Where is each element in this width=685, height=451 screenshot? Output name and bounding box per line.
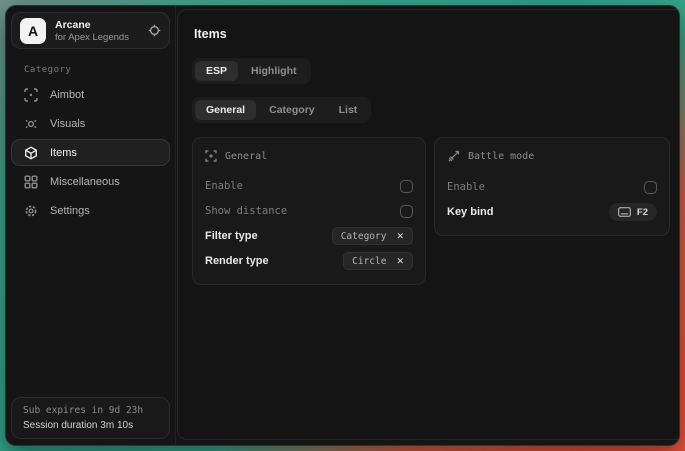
tab-category[interactable]: Category xyxy=(258,100,326,120)
sidebar-item-aimbot[interactable]: Aimbot xyxy=(11,81,170,108)
app-window: A Arcane for Apex Legends Category xyxy=(5,5,680,446)
sub-expires-text: Sub expires in 9d 23h xyxy=(23,405,158,416)
sidebar-item-label: Items xyxy=(50,147,77,159)
brand-text: Arcane for Apex Legends xyxy=(55,19,129,43)
tab-general[interactable]: General xyxy=(195,100,256,120)
sidebar-item-label: Miscellaneous xyxy=(50,176,120,188)
subscription-card: Sub expires in 9d 23h Session duration 3… xyxy=(11,397,170,439)
sub-tabs: General Category List xyxy=(192,97,371,123)
chip-value: Circle xyxy=(352,256,386,267)
sidebar-nav: Aimbot Visuals xyxy=(11,81,170,224)
setting-label: Show distance xyxy=(205,205,287,217)
crosshair-icon xyxy=(24,88,38,102)
page-title: Items xyxy=(194,27,670,41)
grid-icon xyxy=(24,175,38,189)
general-panel-title: General xyxy=(225,151,267,162)
setting-row-battle-enable: Enable xyxy=(447,176,657,198)
tab-esp[interactable]: ESP xyxy=(195,61,238,81)
filter-type-chip[interactable]: Category ✕ xyxy=(332,227,413,245)
chip-value: Category xyxy=(341,231,387,242)
sidebar-item-label: Visuals xyxy=(50,118,85,130)
sidebar-item-items[interactable]: Items xyxy=(11,139,170,166)
battle-panel-title: Battle mode xyxy=(468,151,534,162)
session-duration-text: Session duration 3m 10s xyxy=(23,420,158,431)
show-distance-checkbox[interactable] xyxy=(400,205,413,218)
enable-checkbox[interactable] xyxy=(400,180,413,193)
brand-title: Arcane xyxy=(55,19,129,31)
keybind-button[interactable]: F2 xyxy=(609,203,657,221)
general-panel: General Enable Show distance Filter type… xyxy=(192,137,426,285)
general-panel-header: General xyxy=(205,150,413,162)
sidebar-item-visuals[interactable]: Visuals xyxy=(11,110,170,137)
brand-card: A Arcane for Apex Legends xyxy=(11,12,170,49)
setting-label: Key bind xyxy=(447,206,493,218)
sidebar-item-settings[interactable]: Settings xyxy=(11,197,170,224)
setting-row-filter-type: Filter type Category ✕ xyxy=(205,225,413,247)
tab-highlight[interactable]: Highlight xyxy=(240,61,308,81)
mode-tabs: ESP Highlight xyxy=(192,58,311,84)
chip-remove-icon[interactable]: ✕ xyxy=(396,232,404,241)
sidebar: A Arcane for Apex Legends Category xyxy=(6,6,176,445)
setting-label: Enable xyxy=(205,180,243,192)
battle-panel-header: Battle mode xyxy=(447,150,657,163)
keybind-value: F2 xyxy=(637,207,648,218)
battle-mode-panel: Battle mode Enable Key bind xyxy=(434,137,670,236)
sidebar-item-miscellaneous[interactable]: Miscellaneous xyxy=(11,168,170,195)
sidebar-item-label: Settings xyxy=(50,205,90,217)
setting-label: Filter type xyxy=(205,230,258,242)
app-logo: A xyxy=(20,18,46,44)
eye-icon xyxy=(24,117,38,131)
desktop-background: A Arcane for Apex Legends Category xyxy=(0,0,685,451)
target-icon[interactable] xyxy=(148,24,161,37)
main-panel: Items ESP Highlight General Category Lis… xyxy=(177,9,680,440)
sword-icon xyxy=(447,150,460,163)
setting-label: Render type xyxy=(205,255,269,267)
setting-row-render-type: Render type Circle ✕ xyxy=(205,250,413,272)
tab-list[interactable]: List xyxy=(328,100,369,120)
keyboard-icon xyxy=(618,207,631,217)
setting-row-enable: Enable xyxy=(205,175,413,197)
scan-icon xyxy=(205,150,217,162)
setting-row-show-distance: Show distance xyxy=(205,200,413,222)
setting-row-key-bind: Key bind F2 xyxy=(447,201,657,223)
sidebar-item-label: Aimbot xyxy=(50,89,84,101)
setting-label: Enable xyxy=(447,181,485,193)
brand-subtitle: for Apex Legends xyxy=(55,32,129,43)
chip-remove-icon[interactable]: ✕ xyxy=(396,257,404,266)
package-icon xyxy=(24,146,38,160)
category-section-label: Category xyxy=(24,65,170,75)
render-type-chip[interactable]: Circle ✕ xyxy=(343,252,413,270)
panels-container: General Enable Show distance Filter type… xyxy=(192,137,670,285)
gear-icon xyxy=(24,204,38,218)
battle-enable-checkbox[interactable] xyxy=(644,181,657,194)
